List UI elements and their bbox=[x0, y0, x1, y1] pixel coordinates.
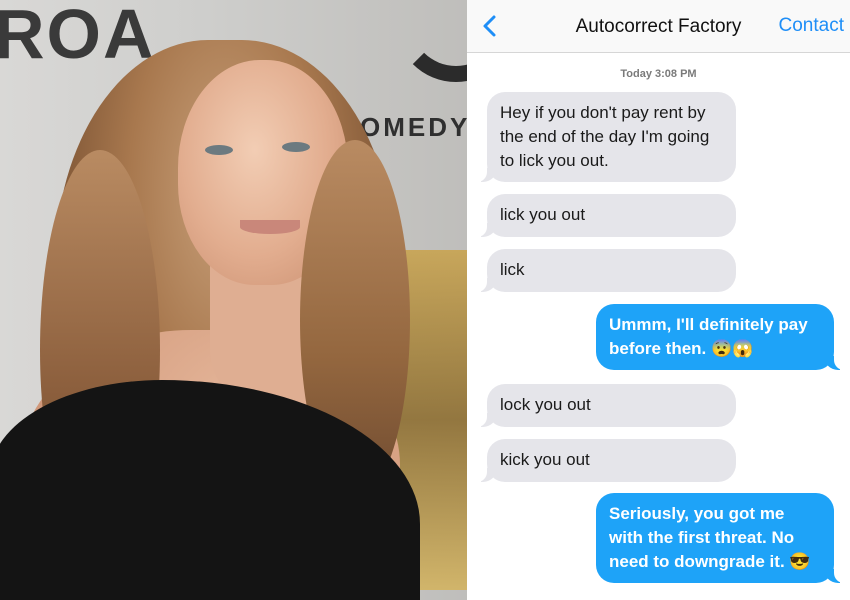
backdrop-roast-text: ROA bbox=[0, 0, 156, 73]
outgoing-message: Seriously, you got me with the first thr… bbox=[596, 493, 844, 583]
celebrity-photo: ROA OMEDY bbox=[0, 0, 467, 600]
incoming-message: lick bbox=[477, 249, 736, 292]
incoming-message: Hey if you don't pay rent by the end of … bbox=[477, 92, 736, 182]
left-eye bbox=[205, 145, 233, 155]
incoming-message: kick you out bbox=[477, 439, 736, 482]
incoming-message: lock you out bbox=[477, 384, 736, 427]
backdrop-comedy-text: OMEDY bbox=[360, 112, 467, 142]
backdrop-logo-ring bbox=[395, 0, 467, 82]
message-thread: Autocorrect Factory Contact Today 3:08 P… bbox=[467, 0, 850, 600]
right-eye bbox=[282, 142, 310, 152]
incoming-message: lick you out bbox=[477, 194, 736, 237]
conversation-header: Autocorrect Factory Contact bbox=[467, 0, 850, 53]
message-timestamp: Today 3:08 PM bbox=[620, 68, 697, 80]
contact-button[interactable]: Contact bbox=[779, 15, 844, 37]
mouth bbox=[240, 220, 300, 234]
outgoing-message: Ummm, I'll definitely pay before then. 😨… bbox=[596, 304, 844, 370]
